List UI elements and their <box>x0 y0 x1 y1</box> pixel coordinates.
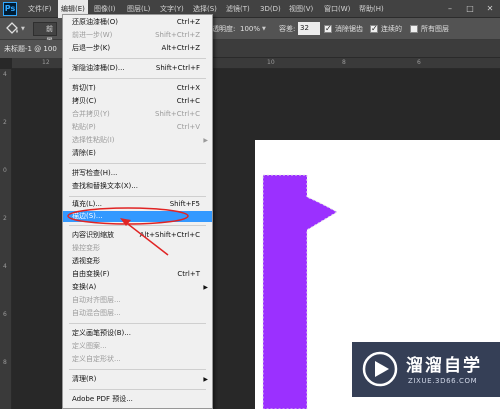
menu-window[interactable]: 窗口(W) <box>321 0 353 18</box>
menu-help[interactable]: 帮助(H) <box>356 0 387 18</box>
photoshop-logo: Ps <box>3 2 17 16</box>
menu-item-copy[interactable]: 拷贝(C) Ctrl+C <box>63 96 212 107</box>
menu-item-auto-align-layers[interactable]: 自动对齐图层... <box>63 295 212 306</box>
watermark-subtitle: ZIXUE.3D66.COM <box>408 377 478 385</box>
ruler-tick: 6 <box>417 59 421 66</box>
ruler-tick: 10 <box>267 59 275 66</box>
menu-item-define-custom-shape[interactable]: 定义自定形状... <box>63 354 212 365</box>
vertical-ruler: 4 2 0 2 4 6 8 <box>0 69 12 409</box>
chevron-down-icon[interactable]: ▼ <box>262 26 266 32</box>
watermark: 溜溜自学 ZIXUE.3D66.COM <box>352 342 500 397</box>
tolerance-label: 容差: <box>279 25 296 33</box>
ruler-tick: 2 <box>3 215 7 222</box>
selected-shape[interactable] <box>262 174 338 409</box>
menu-view[interactable]: 视图(V) <box>286 0 316 18</box>
antialias-checkbox[interactable] <box>324 24 332 33</box>
menu-item-cut[interactable]: 剪切(T) Ctrl+X <box>63 83 212 94</box>
menu-item-define-brush-preset[interactable]: 定义画笔预设(B)... <box>63 328 212 339</box>
opacity-label: 透明度: <box>212 25 236 33</box>
ruler-tick: 6 <box>3 311 7 318</box>
submenu-arrow-icon: ▶ <box>203 284 208 291</box>
menu-item-transform[interactable]: 变换(A) ▶ <box>63 282 212 293</box>
watermark-title: 溜溜自学 <box>406 356 482 376</box>
tolerance-input[interactable]: 32 <box>298 22 320 35</box>
contiguous-label: 连续的 <box>381 25 402 33</box>
chevron-down-icon[interactable]: ▼ <box>21 26 25 32</box>
menu-item-paste-special[interactable]: 选择性粘贴(I) ▶ <box>63 135 212 146</box>
menu-item-spell-check[interactable]: 拼写检查(H)... <box>63 168 212 179</box>
document-tab[interactable]: 未标题-1 @ 100 <box>0 40 62 58</box>
menu-3d[interactable]: 3D(D) <box>257 0 284 18</box>
menu-item-stroke[interactable]: 描边(S)... <box>63 211 212 222</box>
ruler-tick: 0 <box>3 167 7 174</box>
menu-item-fill[interactable]: 填充(L)... Shift+F5 <box>63 199 212 210</box>
menu-item-step-backward[interactable]: 后退一步(K) Alt+Ctrl+Z <box>63 43 212 54</box>
ruler-tick: 8 <box>342 59 346 66</box>
menu-item-paste[interactable]: 粘贴(P) Ctrl+V <box>63 122 212 133</box>
menu-separator <box>69 389 206 390</box>
menu-separator <box>69 78 206 79</box>
menu-filter[interactable]: 滤镜(T) <box>223 0 253 18</box>
menu-item-puppet-warp[interactable]: 操控变形 <box>63 243 212 254</box>
paint-bucket-icon[interactable] <box>4 21 20 37</box>
ruler-tick: 12 <box>42 59 50 66</box>
menu-item-adobe-pdf-presets[interactable]: Adobe PDF 预设... <box>63 394 212 405</box>
menu-separator <box>69 58 206 59</box>
menu-item-perspective-warp[interactable]: 透视变形 <box>63 256 212 267</box>
menu-item-step-forward[interactable]: 前进一步(W) Shift+Ctrl+Z <box>63 30 212 41</box>
menu-item-auto-blend-layers[interactable]: 自动混合图层... <box>63 308 212 319</box>
menu-item-content-aware-scale[interactable]: 内容识别缩放 Alt+Shift+Ctrl+C <box>63 230 212 241</box>
menu-item-free-transform[interactable]: 自由变换(F) Ctrl+T <box>63 269 212 280</box>
menu-item-fade-paint-bucket[interactable]: 渐隐油漆桶(D)... Shift+Ctrl+F <box>63 63 212 74</box>
menu-item-undo-paint-bucket[interactable]: 还原油漆桶(O) Ctrl+Z <box>63 17 212 28</box>
maximize-icon[interactable]: □ <box>460 0 480 18</box>
menu-item-clear[interactable]: 清除(E) <box>63 148 212 159</box>
submenu-arrow-icon: ▶ <box>203 376 208 383</box>
fill-source-select[interactable]: 前景 <box>33 22 57 45</box>
menu-item-purge[interactable]: 清理(R) ▶ <box>63 374 212 385</box>
menu-separator <box>69 369 206 370</box>
menu-item-find-replace[interactable]: 查找和替换文本(X)... <box>63 181 212 192</box>
edit-menu-dropdown: 还原油漆桶(O) Ctrl+Z 前进一步(W) Shift+Ctrl+Z 后退一步(… <box>62 14 213 409</box>
ruler-tick: 4 <box>3 71 7 78</box>
ruler-tick: 2 <box>3 119 7 126</box>
menu-separator <box>69 163 206 164</box>
all-layers-checkbox[interactable] <box>410 25 418 33</box>
minimize-icon[interactable]: – <box>440 0 460 18</box>
menu-separator <box>69 225 206 226</box>
menu-separator <box>69 196 206 197</box>
all-layers-label: 所有图层 <box>421 25 449 33</box>
menu-file[interactable]: 文件(F) <box>25 0 55 18</box>
close-icon[interactable]: ✕ <box>480 0 500 18</box>
menu-separator <box>69 323 206 324</box>
play-triangle-icon <box>362 351 398 387</box>
ruler-tick: 8 <box>3 359 7 366</box>
ruler-tick: 4 <box>3 263 7 270</box>
menu-item-define-pattern[interactable]: 定义图案... <box>63 341 212 352</box>
opacity-value[interactable]: 100% <box>240 18 260 40</box>
submenu-arrow-icon: ▶ <box>203 137 208 144</box>
antialias-label: 消除锯齿 <box>335 25 363 33</box>
contiguous-checkbox[interactable] <box>370 24 378 33</box>
menu-item-copy-merged[interactable]: 合并拷贝(Y) Shift+Ctrl+C <box>63 109 212 120</box>
